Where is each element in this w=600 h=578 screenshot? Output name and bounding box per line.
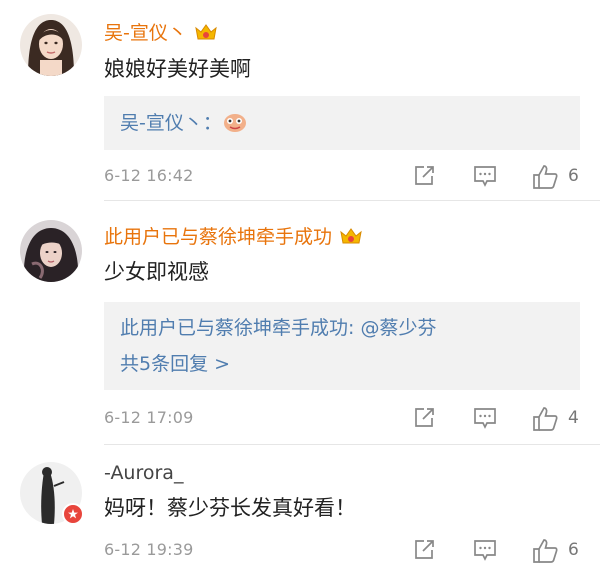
reply-preview[interactable]: 此用户已与蔡徐坤牵手成功: @蔡少芬 共5条回复 > bbox=[104, 302, 580, 390]
avatar[interactable] bbox=[20, 14, 82, 76]
share-icon[interactable] bbox=[412, 538, 436, 562]
crown-icon bbox=[340, 228, 362, 244]
like-count: 4 bbox=[568, 408, 579, 428]
comment-icon[interactable] bbox=[472, 406, 498, 430]
avatar[interactable] bbox=[20, 220, 82, 282]
reply-preview[interactable]: 吴-宣仪丶： bbox=[104, 96, 580, 150]
comment-text: 少女即视感 bbox=[104, 260, 209, 284]
share-icon[interactable] bbox=[412, 164, 436, 188]
timestamp: 6-12 16:42 bbox=[104, 166, 194, 185]
comment-meta: 6-12 17:09 4 bbox=[0, 404, 600, 434]
like-icon[interactable] bbox=[531, 406, 559, 432]
timestamp: 6-12 19:39 bbox=[104, 540, 194, 559]
comment-text: 娘娘好美好美啊 bbox=[104, 57, 251, 81]
comment-text: 妈呀！蔡少芬长发真好看！ bbox=[104, 496, 356, 520]
emoji-icon bbox=[223, 114, 246, 132]
like-icon[interactable] bbox=[531, 538, 559, 564]
share-icon[interactable] bbox=[412, 406, 436, 430]
divider bbox=[104, 444, 600, 445]
like-count: 6 bbox=[568, 540, 579, 560]
username[interactable]: 吴-宣仪丶 bbox=[104, 21, 219, 45]
username[interactable]: -Aurora_ bbox=[104, 461, 183, 485]
crown-icon bbox=[195, 24, 217, 40]
more-replies-link[interactable]: 共5条回复 > bbox=[120, 352, 230, 376]
reply-line: 吴-宣仪丶： bbox=[120, 111, 248, 135]
like-icon[interactable] bbox=[531, 164, 559, 190]
like-count: 6 bbox=[568, 166, 579, 186]
comment-meta: 6-12 16:42 6 bbox=[0, 162, 600, 192]
comment-icon[interactable] bbox=[472, 538, 498, 562]
comment-meta: 6-12 19:39 6 bbox=[0, 536, 600, 566]
username[interactable]: 此用户已与蔡徐坤牵手成功 bbox=[104, 225, 364, 249]
divider bbox=[104, 200, 600, 201]
reply-line[interactable]: 此用户已与蔡徐坤牵手成功: @蔡少芬 bbox=[120, 316, 436, 340]
timestamp: 6-12 17:09 bbox=[104, 408, 194, 427]
verified-badge-icon bbox=[62, 503, 84, 525]
comment-icon[interactable] bbox=[472, 164, 498, 188]
